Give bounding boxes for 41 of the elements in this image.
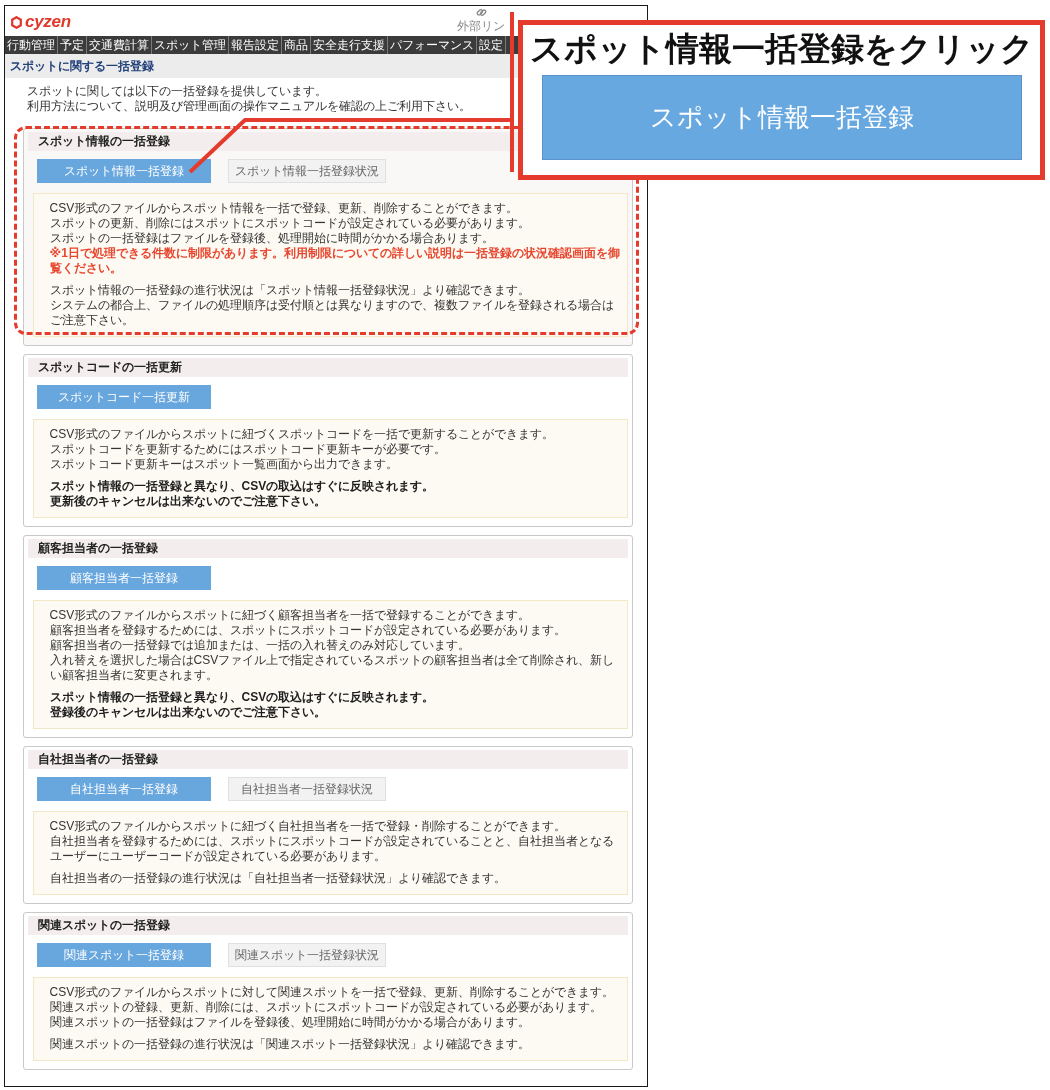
description-text: スポットの一括登録はファイルを登録後、処理開始に時間がかかる場合あります。 (49, 231, 495, 246)
description-text: 入れ替えを選択した場合はCSVファイル上で指定されているスポットの顧客担当者は全て削除され、新しい顧客担当者に変更されます。 (49, 653, 616, 683)
button-illustration: スポット情報一括登録 (541, 75, 1022, 160)
description-text: CSV形式のファイルからスポットに対して関連スポットを一括で登録、更新、削除することができます。 (49, 985, 616, 1000)
description-text: スポットコード更新キーはスポット一覧画面から出力できます。 (49, 457, 399, 472)
callout-title: スポット情報一括登録をクリック (529, 29, 1034, 69)
status-button[interactable]: 自社担当者一括登録状況 (227, 777, 386, 801)
intro-text: スポットに関しては以下の一括登録を提供しています。 (27, 84, 328, 99)
notice-text: 更新後のキャンセルは出来ないのでご注意下さい。 (49, 494, 327, 509)
description-text: システムの都合上、ファイルの処理順序は受付順とは異なりますので、複数ファイルを登録される場合はご注意下さい。 (49, 298, 615, 328)
section-title: スポット情報の一括登録 (37, 133, 170, 150)
description-text: スポットの更新、削除にはスポットにスポットコードが設定されている必要があります。 (49, 216, 531, 231)
description-text: 関連スポットの登録、更新、削除には、スポットにスポットコードが設定されている必要があります。 (49, 1000, 603, 1015)
description-text: 自社担当者を登録するためには、スポットにスポットコードが設定されていることと、自社担当者となるユーザーにユーザーコードが設定されている必要があります。 (49, 834, 615, 864)
link-icon[interactable] (475, 7, 487, 18)
notice-text: スポット情報の一括登録と異なり、CSVの取込はすぐに反映されます。 (49, 690, 436, 705)
status-button[interactable]: 関連スポット一括登録状況 (227, 943, 386, 967)
notice-text: スポット情報の一括登録と異なり、CSVの取込はすぐに反映されます。 (49, 479, 436, 494)
section-title: 関連スポットの一括登録 (37, 917, 170, 934)
intro-text: 利用方法について、説明及び管理画面の操作マニュアルを確認の上ご利用下さい。 (27, 99, 472, 114)
description-text: スポット情報の一括登録の進行状況は「スポット情報一括登録状況」より確認できます。 (49, 283, 531, 298)
section-title: 顧客担当者の一括登録 (37, 540, 158, 557)
status-button[interactable]: スポット情報一括登録状況 (227, 159, 386, 183)
notice-text: 登録後のキャンセルは出来ないのでご注意下さい。 (49, 705, 327, 720)
warning-text: ※1日で処理できる件数に制限があります。利用制限についての詳しい説明は一括登録の状況確認画面を御覧ください。 (49, 246, 621, 276)
description-text: 自社担当者の一括登録の進行状況は「自社担当者一括登録状況」より確認できます。 (49, 871, 507, 886)
description-text: CSV形式のファイルからスポットに紐づくスポットコードを一括で更新することができます。 (49, 427, 556, 442)
section-title: 自社担当者の一括登録 (37, 751, 158, 768)
logo-icon (11, 15, 22, 29)
description-text: 関連スポットの一括登録の進行状況は「関連スポット一括登録状況」より確認できます。 (49, 1037, 531, 1052)
description-text: 関連スポットの一括登録はファイルを登録後、処理開始に時間がかかる場合があります。 (49, 1015, 531, 1030)
description-text: スポットコードを更新するためにはスポットコード更新キーが必要です。 (49, 442, 447, 457)
description-text: 顧客担当者を登録するためには、スポットにスポットコードが設定されている必要があります。 (49, 623, 567, 638)
page-title: スポットに関する一括登録 (10, 57, 154, 75)
logo-text: cyzen (25, 12, 71, 32)
description-text: 顧客担当者の一括登録では追加または、一括の入れ替えのみ対応しています。 (49, 638, 471, 653)
description-text: CSV形式のファイルからスポット情報を一括で登録、更新、削除することができます。 (49, 201, 520, 216)
description-text: CSV形式のファイルからスポットに紐づく顧客担当者を一括で登録することができます。 (49, 608, 532, 623)
external-link[interactable]: 外部リン (457, 19, 505, 33)
description-text: CSV形式のファイルからスポットに紐づく自社担当者を一括で登録・削除することができます。 (49, 819, 568, 834)
section-title: スポットコードの一括更新 (37, 359, 182, 376)
